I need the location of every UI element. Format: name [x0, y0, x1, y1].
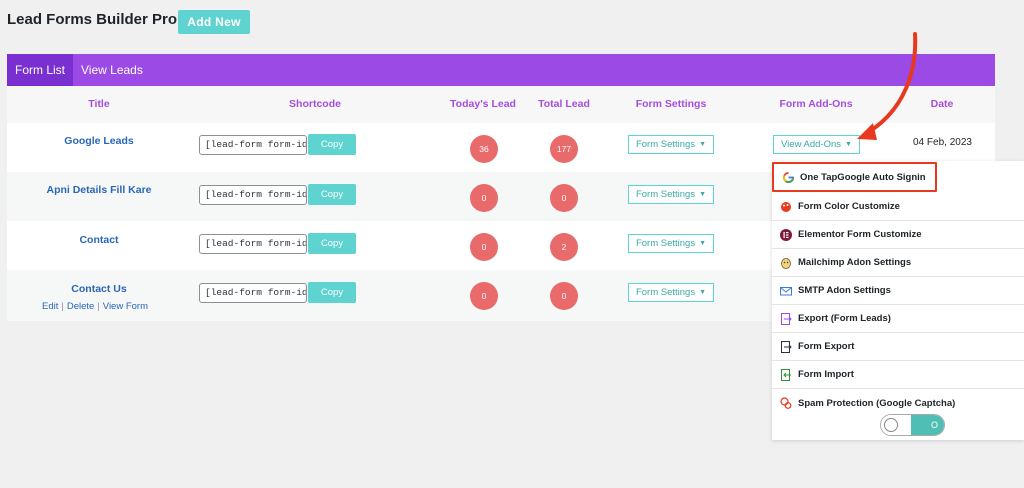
menu-item-label: Mailchimp Adon Settings	[798, 257, 912, 268]
form-title-link[interactable]: Contact Us	[71, 283, 126, 295]
toggle-knob	[884, 418, 898, 432]
toggle-on-side: O	[911, 415, 944, 435]
form-title-link[interactable]: Contact	[79, 234, 118, 246]
form-settings-label: Form Settings	[635, 238, 696, 249]
toggle-off-side	[881, 415, 911, 435]
total-lead-badge: 0	[550, 282, 578, 310]
menu-item-label: One TapGoogle Auto Signin	[800, 171, 926, 183]
shortcode-field[interactable]: [lead-form form-id=	[199, 185, 307, 205]
page-title: Lead Forms Builder Pro	[7, 11, 178, 28]
caret-down-icon: ▼	[699, 240, 707, 247]
column-todays-lead: Today's Lead	[450, 98, 516, 110]
shortcode-field[interactable]: [lead-form form-id=	[199, 135, 307, 155]
menu-item-label: Export (Form Leads)	[798, 313, 891, 324]
total-lead-badge: 0	[550, 184, 578, 212]
column-shortcode: Shortcode	[289, 98, 341, 110]
menu-item-form-color[interactable]: Form Color Customize	[772, 193, 1024, 221]
shortcode-field[interactable]: [lead-form form-id=	[199, 283, 307, 303]
delete-link[interactable]: Delete	[67, 301, 94, 312]
menu-item-label: Spam Protection (Google Captcha)	[798, 397, 956, 409]
todays-lead-badge: 0	[470, 184, 498, 212]
column-date: Date	[930, 98, 954, 110]
caret-down-icon: ▼	[845, 141, 852, 148]
column-title: Title	[88, 98, 110, 110]
elementor-icon	[780, 228, 792, 241]
edit-link[interactable]: Edit	[42, 301, 58, 312]
row-actions: Edit | Delete | View Form	[42, 301, 148, 312]
todays-lead-badge: 0	[470, 282, 498, 310]
caret-down-icon: ▼	[699, 191, 707, 198]
spam-protection-icon	[780, 397, 792, 409]
separator: |	[97, 301, 100, 312]
menu-item-mailchimp[interactable]: Mailchimp Adon Settings	[772, 249, 1024, 277]
tab-bar: Form List View Leads	[7, 54, 995, 86]
menu-item-label: Form Export	[798, 341, 855, 352]
view-form-link[interactable]: View Form	[103, 301, 148, 312]
menu-item-label: Elementor Form Customize	[798, 229, 922, 240]
view-addons-button[interactable]: View Add-Ons ▼	[773, 135, 860, 154]
menu-item-label: Form Color Customize	[798, 201, 900, 212]
export-icon	[780, 312, 792, 325]
mail-icon	[780, 285, 792, 297]
form-export-icon	[780, 340, 792, 353]
form-settings-button[interactable]: Form Settings ▼	[628, 135, 714, 154]
spam-protection-toggle[interactable]: O	[880, 414, 945, 436]
menu-item-form-import[interactable]: Form Import	[772, 361, 1024, 389]
menu-item-elementor[interactable]: Elementor Form Customize	[772, 221, 1024, 249]
caret-down-icon: ▼	[699, 141, 707, 148]
menu-item-label: SMTP Adon Settings	[798, 285, 891, 296]
column-form-settings: Form Settings	[635, 98, 707, 110]
copy-button[interactable]: Copy	[308, 282, 356, 303]
copy-button[interactable]: Copy	[308, 134, 356, 155]
form-settings-label: Form Settings	[635, 189, 696, 200]
total-lead-badge: 2	[550, 233, 578, 261]
form-settings-button[interactable]: Form Settings ▼	[628, 234, 714, 253]
copy-button[interactable]: Copy	[308, 184, 356, 205]
todays-lead-badge: 36	[470, 135, 498, 163]
copy-button[interactable]: Copy	[308, 233, 356, 254]
tab-form-list[interactable]: Form List	[7, 54, 74, 86]
caret-down-icon: ▼	[699, 289, 707, 296]
column-total-lead: Total Lead	[538, 98, 590, 110]
menu-item-one-tap-google[interactable]: One TapGoogle Auto Signin	[772, 162, 937, 192]
form-import-icon	[780, 368, 792, 381]
palette-icon	[780, 201, 792, 213]
menu-item-form-export[interactable]: Form Export	[772, 333, 1024, 361]
annotation-arrow-icon	[857, 32, 918, 140]
form-title-link[interactable]: Google Leads	[64, 135, 133, 147]
menu-item-smtp[interactable]: SMTP Adon Settings	[772, 277, 1024, 305]
separator: |	[61, 301, 64, 312]
menu-item-label: Form Import	[798, 369, 854, 380]
tab-view-leads[interactable]: View Leads	[73, 54, 151, 86]
page-header: Lead Forms Builder Pro Add New	[7, 10, 250, 34]
mailchimp-icon	[780, 257, 792, 269]
google-icon	[782, 171, 794, 183]
form-settings-label: Form Settings	[635, 287, 696, 298]
todays-lead-badge: 0	[470, 233, 498, 261]
form-settings-label: Form Settings	[635, 139, 696, 150]
addons-dropdown: One TapGoogle Auto Signin Form Color Cus…	[772, 161, 1024, 440]
total-lead-badge: 177	[550, 135, 578, 163]
menu-item-spam-protection[interactable]: Spam Protection (Google Captcha)	[772, 389, 1024, 417]
column-form-addons: Form Add-Ons	[779, 98, 853, 110]
add-new-button[interactable]: Add New	[178, 10, 250, 34]
form-settings-button[interactable]: Form Settings ▼	[628, 283, 714, 302]
shortcode-field[interactable]: [lead-form form-id=	[199, 234, 307, 254]
table-header: Title Shortcode Today's Lead Total Lead …	[7, 86, 995, 123]
menu-item-export-leads[interactable]: Export (Form Leads)	[772, 305, 1024, 333]
form-settings-button[interactable]: Form Settings ▼	[628, 185, 714, 204]
form-title-link[interactable]: Apni Details Fill Kare	[46, 184, 151, 196]
view-addons-label: View Add-Ons	[781, 139, 842, 150]
